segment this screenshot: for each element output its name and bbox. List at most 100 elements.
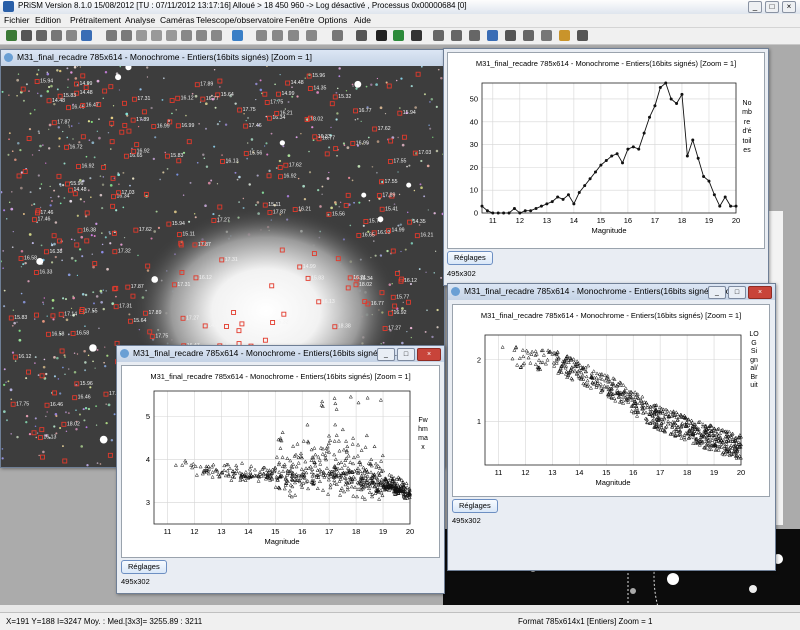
faint-star [11, 191, 13, 193]
bars-icon[interactable] [376, 30, 387, 41]
tool-icon-5[interactable] [505, 30, 516, 41]
faint-star [83, 200, 86, 203]
horizontal-scrollbar[interactable] [0, 605, 800, 612]
data-point [343, 458, 348, 462]
menu-aide[interactable]: Aide [354, 15, 371, 25]
histogram-icon[interactable] [356, 30, 367, 41]
y-tick-label: 3 [146, 498, 150, 507]
tool-icon-1[interactable] [433, 30, 444, 41]
magnitude-label: 16.58 [24, 255, 37, 261]
magnitude-label: 17.87 [57, 120, 70, 126]
maximize-button[interactable]: □ [765, 1, 779, 13]
faint-star [69, 199, 73, 203]
paste-icon[interactable] [151, 30, 162, 41]
faint-star [400, 250, 402, 253]
menu-analyse[interactable]: Analyse [125, 15, 155, 25]
image-window-titlebar[interactable]: M31_final_recadre 785x614 - Monochrome -… [1, 50, 444, 66]
rectangle-tool-icon[interactable] [306, 30, 317, 41]
faint-star [264, 145, 266, 147]
fwhm-close-button[interactable]: × [417, 348, 441, 361]
magnitude-label: 18.02 [67, 421, 80, 427]
copy-icon[interactable] [136, 30, 147, 41]
faint-star [420, 159, 423, 163]
data-point [355, 453, 360, 458]
menu-pretraitement[interactable]: Prétraitement [70, 15, 121, 25]
faint-star [376, 140, 380, 143]
display-icon[interactable] [332, 30, 343, 41]
tool-icon-9[interactable] [577, 30, 588, 41]
refresh-icon[interactable] [232, 30, 243, 41]
faint-star [427, 209, 430, 211]
snr-size-label: 495x302 [452, 516, 481, 525]
open-icon[interactable] [21, 30, 32, 41]
faint-star [83, 349, 86, 353]
zoom-region-icon[interactable] [211, 30, 222, 41]
faint-star [436, 326, 439, 329]
crosshair-icon[interactable] [256, 30, 267, 41]
minimize-button[interactable]: _ [748, 1, 762, 13]
zoom-icon[interactable] [166, 30, 177, 41]
zoom-fit-icon[interactable] [196, 30, 207, 41]
menu-telescope[interactable]: Telescope/observatoire [196, 15, 283, 25]
tool-icon-2[interactable] [451, 30, 462, 41]
faint-star [37, 130, 40, 133]
menu-edition[interactable]: Edition [35, 15, 61, 25]
bright-star [151, 276, 159, 283]
faint-star [73, 66, 77, 69]
fwhm-window-titlebar[interactable]: M31_final_recadre 785x614 - Monochrome -… [117, 346, 444, 362]
data-point [658, 86, 662, 90]
zoom-out-icon[interactable] [181, 30, 192, 41]
snr-minimize-button[interactable]: _ [708, 286, 726, 299]
fwhm-reglages-button[interactable]: Réglages [121, 560, 167, 574]
tool-icon-7[interactable] [541, 30, 552, 41]
tool-icon-3[interactable] [469, 30, 480, 41]
histogram-reglages-button[interactable]: Réglages [447, 251, 493, 265]
faint-star [196, 161, 199, 164]
data-point [572, 202, 576, 206]
y-tick-label: 2 [477, 355, 481, 364]
snr-window-titlebar[interactable]: M31_final_recadre 785x614 - Monochrome -… [448, 284, 775, 300]
data-point [599, 163, 603, 167]
fwhm-maximize-button[interactable]: □ [397, 348, 415, 361]
camera-icon[interactable] [411, 30, 422, 41]
snr-maximize-button[interactable]: □ [728, 286, 746, 299]
redo-icon[interactable] [121, 30, 132, 41]
faint-star [109, 242, 112, 245]
close-button[interactable]: × [782, 1, 796, 13]
document-icon[interactable] [81, 30, 92, 41]
snr-reglages-button[interactable]: Réglages [452, 499, 498, 513]
x-tick-label: 11 [164, 527, 172, 536]
histogram-window[interactable]: M31_final_recadre 785x614 - Monochrome -… [443, 48, 769, 286]
fwhm-minimize-button[interactable]: _ [377, 348, 395, 361]
tool-icon-6[interactable] [523, 30, 534, 41]
menu-options[interactable]: Options [318, 15, 347, 25]
fwhm-window[interactable]: M31_final_recadre 785x614 - Monochrome -… [116, 345, 445, 594]
fwhm-ylabel: Fwhm max [418, 417, 428, 451]
menu-fenetre[interactable]: Fenêtre [285, 15, 314, 25]
snr-close-button[interactable]: × [748, 286, 772, 299]
faint-star [8, 201, 11, 204]
mdi-workspace: M31_final_recadre 785x614 - Monochrome -… [0, 45, 800, 607]
magnitude-label: 15.96 [80, 381, 93, 387]
faint-star [1, 457, 4, 460]
magnitude-label: 17.75 [16, 401, 29, 407]
new-icon[interactable] [6, 30, 17, 41]
magnitude-label: 16.77 [206, 96, 219, 102]
data-point [281, 469, 286, 473]
undo-icon[interactable] [106, 30, 117, 41]
line-tool-icon[interactable] [272, 30, 283, 41]
print-icon[interactable] [66, 30, 77, 41]
tool-icon-4[interactable] [487, 30, 498, 41]
save-as-icon[interactable] [51, 30, 62, 41]
snr-window[interactable]: M31_final_recadre 785x614 - Monochrome -… [447, 283, 776, 571]
magnitude-label: 14.99 [392, 228, 405, 234]
menu-fichier[interactable]: Fichier [4, 15, 30, 25]
faint-star [100, 300, 104, 304]
profile-icon[interactable] [288, 30, 299, 41]
menu-cameras[interactable]: Caméras [160, 15, 194, 25]
data-point [359, 448, 364, 452]
tool-icon-8[interactable] [559, 30, 570, 41]
telescope-icon[interactable] [393, 30, 404, 41]
save-icon[interactable] [36, 30, 47, 41]
data-point [328, 482, 333, 487]
